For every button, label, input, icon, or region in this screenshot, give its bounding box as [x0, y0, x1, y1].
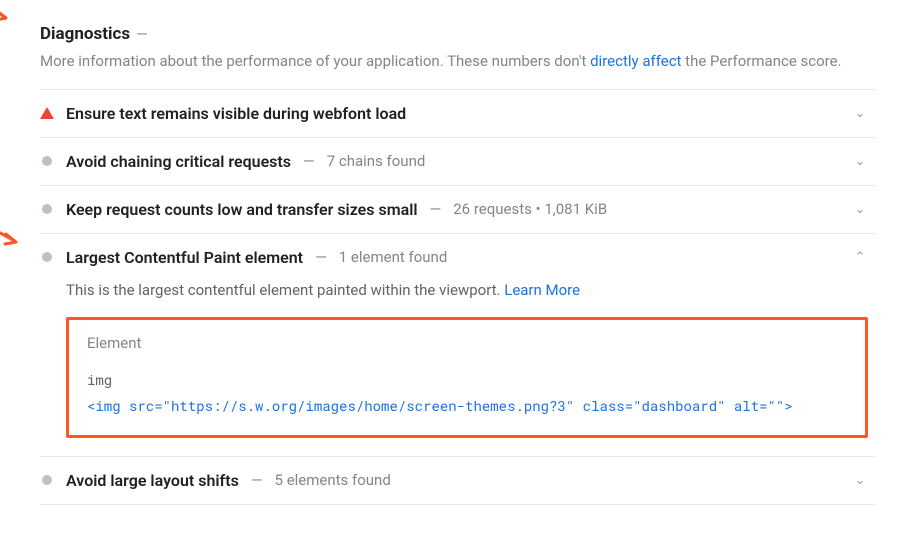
audit-lcp: Largest Contentful Paint element — 1 ele…: [40, 234, 876, 457]
warning-triangle-icon: [40, 106, 54, 120]
audit-cls-meta: 5 elements found: [275, 471, 391, 489]
chevron-up-icon: ⌃: [852, 250, 868, 265]
audit-requests-title: Keep request counts low and transfer siz…: [66, 200, 418, 219]
diagnostics-header: Diagnostics — More information about the…: [40, 16, 876, 89]
info-circle-icon: [40, 473, 54, 487]
audit-chaining: Avoid chaining critical requests — 7 cha…: [40, 138, 876, 186]
element-node-label: img: [87, 370, 847, 389]
diagnostics-audit-list: Ensure text remains visible during webfo…: [40, 89, 876, 505]
audit-lcp-title: Largest Contentful Paint element: [66, 248, 303, 267]
info-circle-icon: [40, 202, 54, 216]
audit-lcp-toggle[interactable]: Largest Contentful Paint element — 1 ele…: [40, 248, 868, 267]
chevron-down-icon: ⌄: [852, 106, 868, 121]
diagnostics-title: Diagnostics: [40, 24, 130, 44]
audit-webfont: Ensure text remains visible during webfo…: [40, 90, 876, 138]
audit-lcp-description: This is the largest contentful element p…: [66, 281, 868, 299]
audit-chaining-title: Avoid chaining critical requests: [66, 152, 291, 171]
audit-chaining-toggle[interactable]: Avoid chaining critical requests — 7 cha…: [40, 152, 868, 171]
directly-affect-link[interactable]: directly affect: [590, 52, 681, 70]
audit-chaining-meta: 7 chains found: [327, 152, 426, 170]
audit-webfont-toggle[interactable]: Ensure text remains visible during webfo…: [40, 104, 868, 123]
chevron-down-icon: ⌄: [852, 473, 868, 488]
chevron-down-icon: ⌄: [852, 154, 868, 169]
lcp-element-box: Element img <img src="https://s.w.org/im…: [66, 317, 868, 438]
element-snippet: <img src="https://s.w.org/images/home/sc…: [87, 395, 847, 417]
audit-lcp-body: This is the largest contentful element p…: [40, 267, 868, 442]
audit-requests-toggle[interactable]: Keep request counts low and transfer siz…: [40, 200, 868, 219]
annotation-arrow-icon: [0, 216, 24, 252]
audit-requests-meta: 26 requests • 1,081 KiB: [453, 200, 607, 218]
info-circle-icon: [40, 250, 54, 264]
learn-more-link[interactable]: Learn More: [504, 281, 580, 299]
audit-cls-toggle[interactable]: Avoid large layout shifts — 5 elements f…: [40, 471, 868, 490]
info-circle-icon: [40, 154, 54, 168]
audit-cls: Avoid large layout shifts — 5 elements f…: [40, 457, 876, 505]
annotation-arrow-icon: [0, 0, 14, 28]
audit-lcp-meta: 1 element found: [339, 248, 448, 266]
audit-webfont-title: Ensure text remains visible during webfo…: [66, 104, 406, 123]
audit-requests: Keep request counts low and transfer siz…: [40, 186, 876, 234]
diagnostics-description: More information about the performance o…: [40, 50, 842, 73]
audit-cls-title: Avoid large layout shifts: [66, 471, 239, 490]
dash-separator: —: [136, 25, 148, 43]
chevron-down-icon: ⌄: [852, 202, 868, 217]
element-label: Element: [87, 334, 847, 352]
